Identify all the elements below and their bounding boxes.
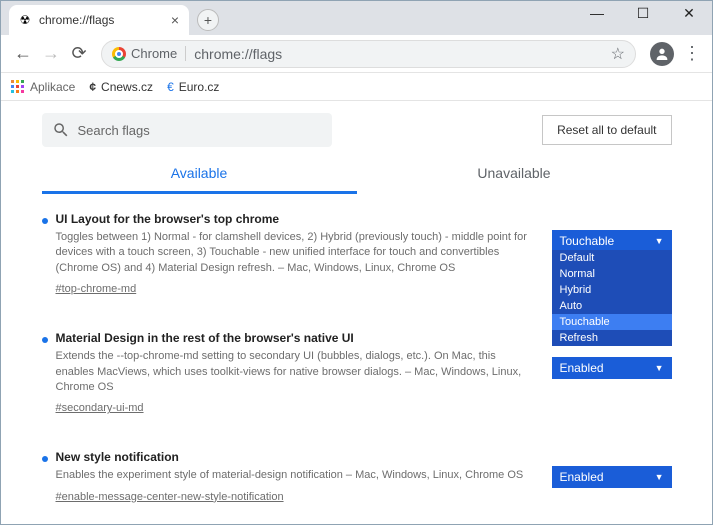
tab-favicon: ☢	[17, 12, 33, 28]
search-placeholder: Search flags	[78, 123, 150, 138]
bookmark-item-euro[interactable]: € Euro.cz	[167, 80, 219, 94]
dropdown-option[interactable]: Touchable	[552, 314, 672, 330]
nav-toolbar: ← → ⟳ Chrome chrome://flags ☆ ⋮	[1, 35, 712, 73]
bookmark-label: Euro.cz	[179, 80, 220, 94]
flag-description: Extends the --top-chrome-md setting to s…	[56, 349, 532, 395]
omnibox-chip: Chrome	[112, 46, 186, 61]
flag-dropdown[interactable]: Touchable ▼	[552, 230, 672, 252]
close-window-button[interactable]: ✕	[666, 1, 712, 25]
flag-item: New style notification Enables the exper…	[42, 432, 672, 520]
flags-content: Search flags Reset all to default Availa…	[42, 101, 672, 524]
bookmarks-apps[interactable]: Aplikace	[11, 80, 75, 94]
flag-item: UI Layout for the browser's top chrome T…	[42, 194, 672, 313]
tab-available[interactable]: Available	[42, 155, 357, 194]
back-button[interactable]: ←	[9, 40, 37, 68]
flag-dropdown[interactable]: Enabled ▼	[552, 357, 672, 379]
dropdown-option[interactable]: Refresh	[552, 330, 672, 346]
page-scroll[interactable]: Search flags Reset all to default Availa…	[1, 101, 712, 524]
flag-anchor-link[interactable]: #secondary-ui-md	[56, 402, 144, 414]
dropdown-menu: DefaultNormalHybridAutoTouchableRefresh	[552, 250, 672, 346]
tab-unavailable[interactable]: Unavailable	[357, 155, 672, 194]
maximize-button[interactable]: ☐	[620, 1, 666, 25]
chrome-icon	[112, 47, 126, 61]
dropdown-value: Enabled	[560, 470, 604, 484]
bookmarks-apps-label: Aplikace	[30, 80, 75, 94]
chip-label: Chrome	[131, 46, 177, 61]
dropdown-option[interactable]: Normal	[552, 266, 672, 282]
bookmark-label: Cnews.cz	[101, 80, 153, 94]
browser-tab[interactable]: ☢ chrome://flags ×	[9, 5, 189, 35]
bookmark-favicon: €	[167, 80, 174, 94]
flag-bullet	[42, 337, 48, 343]
profile-avatar[interactable]	[650, 42, 674, 66]
forward-button[interactable]: →	[37, 40, 65, 68]
dropdown-option[interactable]: Hybrid	[552, 282, 672, 298]
window-controls: — ☐ ✕	[574, 1, 712, 25]
tabs-row: Available Unavailable	[42, 155, 672, 194]
flag-anchor-link[interactable]: #top-chrome-md	[56, 283, 137, 295]
bookmark-star-icon[interactable]: ☆	[611, 44, 625, 64]
omnibox[interactable]: Chrome chrome://flags ☆	[101, 40, 636, 68]
minimize-button[interactable]: —	[574, 1, 620, 25]
dropdown-value: Enabled	[560, 361, 604, 375]
search-input[interactable]: Search flags	[42, 113, 332, 147]
flag-bullet	[42, 218, 48, 224]
reload-button[interactable]: ⟳	[65, 40, 93, 68]
dropdown-option[interactable]: Default	[552, 250, 672, 266]
new-tab-button[interactable]: +	[197, 9, 219, 31]
chevron-down-icon: ▼	[655, 363, 664, 373]
flag-title: UI Layout for the browser's top chrome	[56, 212, 532, 226]
flag-description: Enables the experiment style of material…	[56, 468, 532, 483]
dropdown-value: Touchable	[560, 234, 615, 248]
bookmark-item-cnews[interactable]: ¢ Cnews.cz	[89, 80, 153, 94]
chevron-down-icon: ▼	[655, 236, 664, 246]
tab-title: chrome://flags	[39, 13, 171, 27]
flag-bullet	[42, 456, 48, 462]
apps-grid-icon	[11, 80, 25, 94]
titlebar: ☢ chrome://flags × + — ☐ ✕	[1, 1, 712, 35]
flag-item: Enable Material Design bookmarks If enab…	[42, 521, 672, 524]
omnibox-url: chrome://flags	[194, 46, 610, 62]
tab-close-icon[interactable]: ×	[171, 12, 179, 28]
flag-title: Material Design in the rest of the brows…	[56, 331, 532, 345]
bookmarks-bar: Aplikace ¢ Cnews.cz € Euro.cz	[1, 73, 712, 101]
reset-all-button[interactable]: Reset all to default	[542, 115, 671, 145]
flag-anchor-link[interactable]: #enable-message-center-new-style-notific…	[56, 491, 284, 503]
dropdown-option[interactable]: Auto	[552, 298, 672, 314]
bookmark-favicon: ¢	[89, 80, 96, 94]
flag-title: New style notification	[56, 450, 532, 464]
flag-dropdown[interactable]: Enabled ▼	[552, 466, 672, 488]
chevron-down-icon: ▼	[655, 472, 664, 482]
search-icon	[52, 121, 70, 139]
menu-button[interactable]: ⋮	[680, 43, 704, 64]
flag-description: Toggles between 1) Normal - for clamshel…	[56, 230, 532, 276]
